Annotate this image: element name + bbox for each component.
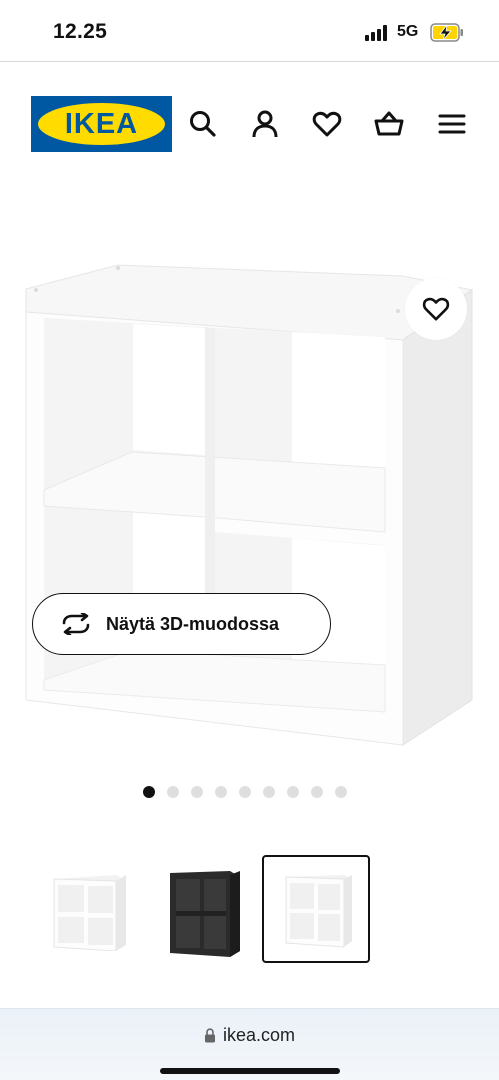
carousel-dot[interactable] bbox=[239, 786, 251, 798]
search-icon[interactable] bbox=[188, 109, 218, 139]
carousel-dot[interactable] bbox=[215, 786, 227, 798]
status-time: 12.25 bbox=[53, 20, 108, 43]
menu-icon[interactable] bbox=[437, 109, 467, 139]
url-text: ikea.com bbox=[222, 1025, 296, 1045]
carousel-dot[interactable] bbox=[287, 786, 299, 798]
add-to-favourites-button[interactable] bbox=[405, 278, 467, 340]
carousel-dot[interactable] bbox=[311, 786, 323, 798]
carousel-dot[interactable] bbox=[263, 786, 275, 798]
view-3d-button[interactable]: Näytä 3D-muodossa bbox=[32, 593, 331, 655]
heart-icon[interactable] bbox=[312, 109, 342, 139]
ikea-logo[interactable]: IKEA bbox=[31, 96, 172, 152]
rotate-3d-icon bbox=[62, 613, 90, 635]
carousel-dot[interactable] bbox=[191, 786, 203, 798]
url-display[interactable]: ikea.com bbox=[0, 1025, 499, 1046]
thumbnail-image bbox=[53, 875, 126, 951]
user-icon[interactable] bbox=[250, 109, 280, 139]
cart-icon[interactable] bbox=[374, 109, 404, 139]
thumbnail-white[interactable] bbox=[32, 855, 140, 963]
carousel-dot[interactable] bbox=[143, 786, 155, 798]
browser-address-bar[interactable]: ikea.com bbox=[0, 1008, 499, 1080]
thumbnail-white-selected[interactable] bbox=[262, 855, 370, 963]
thumbnail-image bbox=[285, 875, 352, 948]
signal-icon bbox=[365, 25, 387, 41]
view-3d-label: Näytä 3D-muodossa bbox=[106, 613, 280, 634]
network-label: 5G bbox=[397, 23, 419, 40]
thumbnail-image bbox=[170, 871, 240, 957]
thumbnail-black-brown[interactable] bbox=[148, 855, 256, 963]
product-image[interactable] bbox=[0, 182, 499, 772]
lock-icon bbox=[204, 1028, 215, 1043]
carousel-dot[interactable] bbox=[335, 786, 347, 798]
carousel-dot[interactable] bbox=[167, 786, 179, 798]
battery-charging-icon bbox=[430, 23, 463, 42]
logo-text: IKEA bbox=[64, 107, 139, 140]
carousel-dots bbox=[143, 786, 347, 798]
logo-oval: IKEA bbox=[38, 103, 165, 145]
home-indicator[interactable] bbox=[160, 1068, 340, 1074]
heart-icon bbox=[422, 297, 450, 321]
status-bar: 12.25 5G bbox=[0, 0, 499, 62]
site-header: IKEA bbox=[0, 62, 499, 182]
